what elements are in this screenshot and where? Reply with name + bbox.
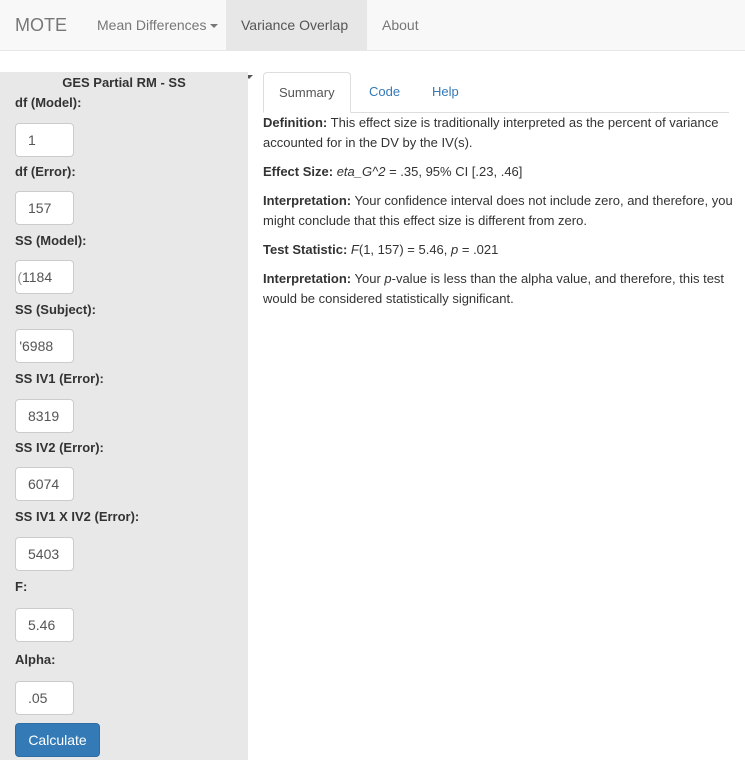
- field-label: Alpha:: [15, 652, 56, 667]
- navbar: MOTE Mean Differences Variance Overlap A…: [0, 0, 745, 80]
- input-value: 1184: [22, 269, 53, 285]
- field-label: SS IV2 (Error):: [15, 440, 104, 455]
- field-ss-iv1xiv2-error: SS IV1 X IV2 (Error): 5403: [15, 510, 139, 571]
- field-ss-model: SS (Model): )1184: [15, 234, 87, 294]
- df-error-input[interactable]: 157: [15, 191, 74, 225]
- field-label: SS (Subject):: [15, 302, 96, 317]
- nav-label: About: [382, 17, 419, 33]
- panel-title: GES Partial RM - SS: [62, 75, 186, 90]
- f-input[interactable]: 5.46: [15, 608, 74, 642]
- ss-subject-input[interactable]: '6988: [15, 329, 74, 363]
- effect-size-text: Effect Size: eta_G^2 = .35, 95% CI [.23,…: [263, 164, 523, 179]
- nav-label: Variance Overlap: [241, 17, 349, 33]
- nav-label: Mean Differences: [97, 17, 207, 33]
- field-label: SS (Model):: [15, 233, 87, 248]
- field-ss-subject: SS (Subject): '6988: [15, 303, 96, 363]
- nav-about[interactable]: About: [367, 0, 434, 50]
- tab-bar: Summary Code Help: [263, 72, 729, 113]
- field-label: SS IV1 X IV2 (Error):: [15, 509, 140, 524]
- field-label: SS IV1 (Error):: [15, 371, 104, 386]
- caret-down-icon: [210, 24, 219, 29]
- test-statistic-text: Test Statistic: F(1, 157) = 5.46, p = .0…: [263, 242, 499, 257]
- input-value: 6988: [22, 338, 54, 354]
- field-df-model: df (Model): 1: [15, 96, 81, 157]
- summary-content: Definition: This effect size is traditio…: [263, 113, 733, 318]
- field-ss-iv2-error: SS IV2 (Error): 6074: [15, 441, 104, 501]
- calculate-button[interactable]: Calculate: [15, 723, 100, 757]
- interpretation-p-text: Interpretation: Your p-value is less tha…: [263, 271, 725, 306]
- interpretation-ci-text: Interpretation: Your confidence interval…: [263, 193, 733, 228]
- tab-summary[interactable]: Summary: [263, 72, 351, 113]
- df-model-input[interactable]: 1: [15, 123, 74, 157]
- ss-iv1xiv2-error-input[interactable]: 5403: [15, 537, 74, 571]
- field-label: df (Model):: [15, 95, 82, 110]
- nav-variance-overlap[interactable]: Variance Overlap: [226, 0, 367, 80]
- nav-mean-differences[interactable]: Mean Differences: [82, 0, 233, 50]
- field-alpha: Alpha: .05: [15, 653, 74, 715]
- field-ss-iv1-error: SS IV1 (Error): 8319: [15, 372, 104, 433]
- definition-text: Definition: This effect size is traditio…: [263, 115, 719, 150]
- field-f: F: 5.46: [15, 580, 74, 642]
- sidebar-panel: GES Partial RM - SS df (Model): 1 df (Err…: [0, 72, 248, 760]
- ss-iv1-error-input[interactable]: 8319: [15, 399, 74, 433]
- field-label: F:: [15, 579, 28, 594]
- tab-code[interactable]: Code: [354, 72, 415, 113]
- brand-link[interactable]: MOTE: [15, 0, 67, 51]
- alpha-input[interactable]: .05: [15, 681, 74, 715]
- field-df-error: df (Error): 157: [15, 165, 76, 225]
- ss-iv2-error-input[interactable]: 6074: [15, 467, 74, 501]
- field-label: df (Error):: [15, 164, 76, 179]
- ss-model-input[interactable]: )1184: [15, 260, 74, 294]
- tab-help[interactable]: Help: [417, 72, 474, 113]
